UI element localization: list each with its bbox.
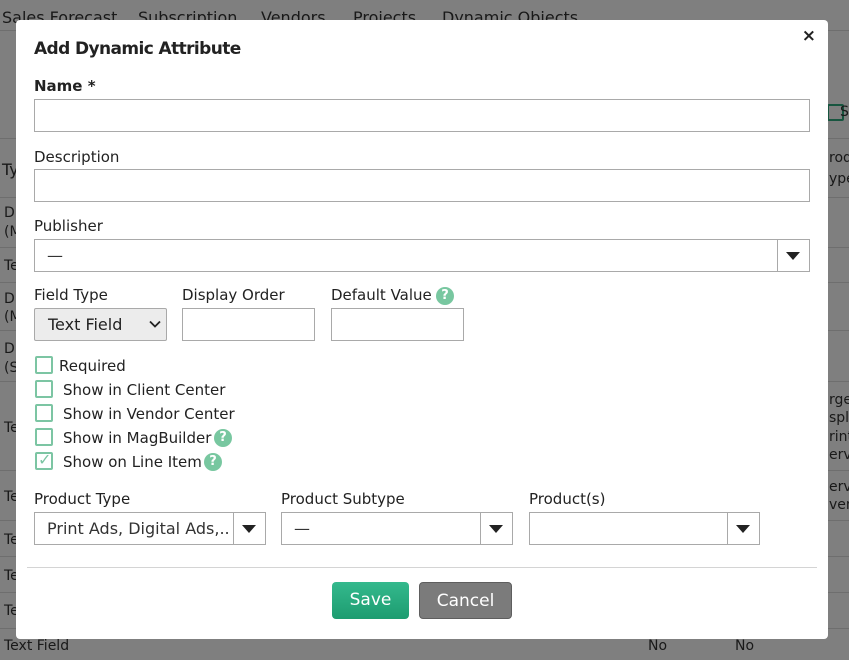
show-in-client-center-label: Show in Client Center (63, 381, 226, 399)
products-select[interactable] (529, 512, 760, 545)
help-icon[interactable]: ? (204, 453, 222, 471)
caret-down-icon[interactable] (242, 525, 256, 533)
field-type-select[interactable]: Text Field (34, 308, 167, 341)
default-value-input[interactable] (331, 308, 464, 341)
chevron-down-icon (149, 320, 161, 328)
caret-down-icon[interactable] (736, 525, 750, 533)
product-subtype-value: — (294, 519, 310, 538)
help-icon[interactable]: ? (214, 429, 232, 447)
field-type-value: Text Field (48, 315, 123, 334)
check-icon: ✓ (38, 450, 52, 469)
show-in-magbuilder-checkbox[interactable] (35, 428, 53, 446)
required-label: Required (59, 357, 126, 375)
publisher-select[interactable]: — (34, 239, 810, 272)
publisher-select-value: — (47, 246, 63, 265)
product-subtype-label: Product Subtype (281, 490, 405, 508)
show-on-line-item-label: Show on Line Item (63, 453, 202, 471)
product-type-select[interactable]: Print Ads, Digital Ads,... (34, 512, 266, 545)
product-type-label: Product Type (34, 490, 131, 508)
select-divider (233, 513, 234, 544)
name-label: Name * (34, 77, 96, 95)
save-button[interactable]: Save (332, 582, 409, 619)
description-label: Description (34, 148, 120, 166)
select-divider (480, 513, 481, 544)
add-dynamic-attribute-dialog: Add Dynamic Attribute × Name * Descripti… (16, 20, 828, 639)
product-subtype-select[interactable]: — (281, 512, 513, 545)
default-value-label: Default Value (331, 286, 432, 304)
close-icon[interactable]: × (802, 26, 816, 46)
cancel-button[interactable]: Cancel (419, 582, 512, 619)
caret-down-icon[interactable] (489, 525, 503, 533)
show-in-vendor-center-label: Show in Vendor Center (63, 405, 235, 423)
name-input[interactable] (34, 99, 810, 132)
field-type-label: Field Type (34, 286, 108, 304)
footer-divider (27, 567, 817, 568)
publisher-label: Publisher (34, 217, 103, 235)
required-checkbox[interactable] (35, 356, 53, 374)
help-icon[interactable]: ? (436, 287, 454, 305)
product-type-value: Print Ads, Digital Ads,... (47, 519, 229, 538)
products-label: Product(s) (529, 490, 606, 508)
display-order-input[interactable] (182, 308, 315, 341)
dialog-title: Add Dynamic Attribute (34, 39, 241, 59)
show-in-client-center-checkbox[interactable] (35, 380, 53, 398)
caret-down-icon[interactable] (786, 252, 800, 260)
show-in-magbuilder-label: Show in MagBuilder (63, 429, 212, 447)
description-input[interactable] (34, 169, 810, 202)
display-order-label: Display Order (182, 286, 285, 304)
show-in-vendor-center-checkbox[interactable] (35, 404, 53, 422)
select-divider (777, 240, 778, 271)
select-divider (727, 513, 728, 544)
show-on-line-item-checkbox[interactable]: ✓ (35, 450, 53, 470)
